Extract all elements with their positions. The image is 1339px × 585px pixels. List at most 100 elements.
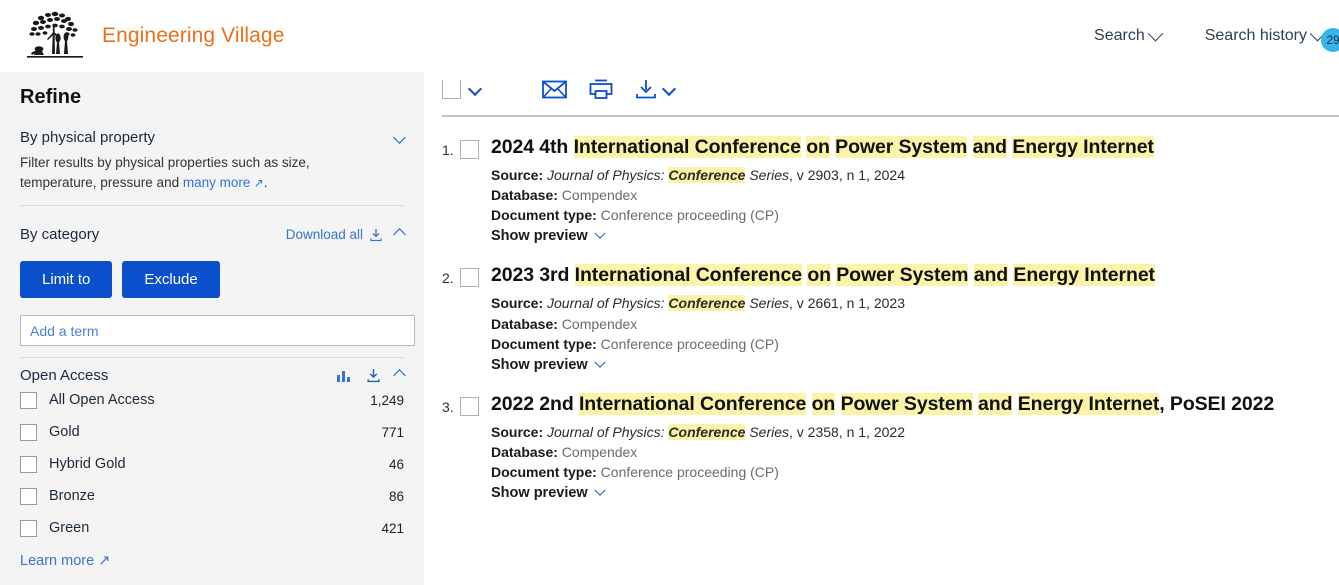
result-checkbox[interactable] [460, 396, 479, 416]
facet-checkbox[interactable] [20, 519, 37, 537]
external-link-icon: ↗ [94, 553, 111, 570]
title-highlight: and [978, 392, 1013, 415]
chevron-down-icon[interactable] [393, 131, 406, 144]
title-text [835, 393, 840, 415]
many-more-link[interactable]: many more [183, 175, 251, 190]
facet-label: Green [49, 520, 90, 537]
results-panel: 1. 2024 4th International Conference on P… [424, 72, 1339, 585]
source-highlight: Conference [668, 423, 746, 440]
search-menu[interactable]: Search [1094, 25, 1164, 45]
result-checkbox[interactable] [460, 268, 479, 288]
database-line: Database: Compendex [491, 314, 1339, 334]
document-type-value: Conference proceeding (CP) [596, 464, 779, 481]
chevron-down-icon[interactable] [467, 81, 483, 97]
list-item[interactable]: Gold 771 [20, 416, 404, 448]
result-title[interactable]: 2023 3rd International Conference on Pow… [491, 264, 1339, 287]
add-term-input[interactable] [20, 315, 415, 347]
chevron-up-icon[interactable] [393, 228, 406, 241]
print-icon[interactable] [589, 79, 613, 100]
show-preview-toggle[interactable]: Show preview [491, 227, 606, 244]
document-type-label: Document type: [491, 335, 597, 352]
database-label: Database: [491, 315, 558, 332]
physical-property-helper: Filter results by physical properties su… [20, 153, 385, 192]
bar-chart-icon[interactable] [336, 369, 352, 383]
facet-checkbox[interactable] [20, 391, 37, 409]
facet-checkbox[interactable] [20, 423, 37, 441]
chevron-down-icon[interactable] [661, 81, 677, 97]
facet-count: 421 [381, 520, 404, 536]
open-access-title: Open Access [20, 367, 109, 385]
title-highlight: Energy Internet [1017, 392, 1160, 415]
title-text [1012, 393, 1017, 415]
source-line: Source: Journal of Physics: Conference S… [491, 422, 1339, 442]
download-all-link[interactable]: Download all [286, 227, 383, 242]
chevron-down-icon [594, 227, 606, 240]
document-type-value: Conference proceeding (CP) [596, 207, 779, 224]
tree-village-logo-icon [22, 7, 88, 65]
result-title[interactable]: 2022 2nd International Conference on Pow… [491, 392, 1339, 416]
title-highlight: and [973, 264, 1009, 287]
physical-property-section-header[interactable]: By physical property [20, 129, 406, 146]
learn-more-label: Learn more [20, 553, 95, 570]
chevron-up-icon[interactable] [393, 369, 406, 382]
exclude-button[interactable]: Exclude [122, 261, 220, 299]
title-highlight: and [972, 136, 1007, 158]
list-item[interactable]: Bronze 86 [20, 480, 404, 512]
chevron-down-icon [1147, 25, 1164, 41]
external-link-icon: ↗ [250, 175, 264, 190]
title-highlight: International Conference [578, 392, 807, 415]
download-icon[interactable] [366, 368, 381, 383]
search-history-badge[interactable]: 29 [1321, 28, 1339, 52]
open-access-facet-header: Open Access [20, 357, 406, 385]
title-text [806, 393, 811, 415]
result-checkbox[interactable] [460, 140, 479, 159]
brand-name: Engineering Village [102, 24, 285, 47]
result-item: 3. 2022 2nd International Conference on P… [424, 392, 1339, 502]
search-history-label: Search history [1204, 27, 1307, 44]
app-header: Engineering Village Search Search histor… [0, 0, 1339, 72]
source-label: Source: [491, 295, 544, 312]
show-preview-toggle[interactable]: Show preview [491, 484, 606, 501]
source-journal: Journal of Physics: [547, 167, 665, 183]
source-line: Source: Journal of Physics: Conference S… [491, 293, 1339, 313]
limit-to-button[interactable]: Limit to [20, 261, 113, 299]
list-item[interactable]: Green 421 [20, 512, 404, 544]
database-line: Database: Compendex [491, 442, 1339, 462]
results-toolbar [424, 72, 1339, 106]
facet-label: All Open Access [49, 392, 155, 409]
source-highlight: Conference [668, 167, 746, 183]
list-item[interactable]: Hybrid Gold 46 [20, 448, 404, 480]
email-icon[interactable] [542, 80, 567, 99]
document-type-line: Document type: Conference proceeding (CP… [491, 462, 1339, 482]
title-highlight: on [811, 392, 836, 415]
title-highlight: Energy Internet [1012, 136, 1154, 158]
learn-more-link[interactable]: Learn more ↗ [20, 553, 404, 569]
facet-checkbox[interactable] [20, 455, 37, 473]
source-series: Series [749, 295, 790, 312]
show-preview-toggle[interactable]: Show preview [491, 356, 606, 373]
title-text: 2022 2nd [491, 392, 579, 415]
source-line: Source: Journal of Physics: Conference S… [491, 165, 1339, 185]
download-icon[interactable] [635, 79, 657, 99]
search-menu-label: Search [1094, 27, 1145, 44]
document-type-line: Document type: Conference proceeding (CP… [491, 334, 1339, 354]
title-text: , PoSEI 2022 [1159, 392, 1275, 415]
list-item[interactable]: All Open Access 1,249 [20, 384, 404, 416]
database-value: Compendex [557, 444, 638, 461]
search-history-menu[interactable]: Search history [1204, 25, 1326, 45]
title-highlight: Power System [836, 264, 969, 287]
brand[interactable]: Engineering Village [22, 7, 284, 65]
facet-checkbox[interactable] [20, 487, 37, 505]
document-type-line: Document type: Conference proceeding (CP… [491, 205, 1339, 225]
facet-action-buttons: Limit to Exclude [20, 261, 404, 299]
database-line: Database: Compendex [491, 185, 1339, 205]
database-value: Compendex [557, 315, 638, 332]
source-rest: , v 2903, n 1, 2024 [789, 167, 905, 183]
select-all-checkbox[interactable] [442, 79, 461, 99]
title-text: 2024 4th [491, 136, 574, 158]
title-highlight: Power System [835, 136, 968, 158]
result-title[interactable]: 2024 4th International Conference on Pow… [491, 136, 1339, 159]
facet-label: Gold [49, 424, 80, 441]
title-highlight: International Conference [574, 264, 802, 287]
source-rest: , v 2661, n 1, 2023 [789, 295, 905, 312]
